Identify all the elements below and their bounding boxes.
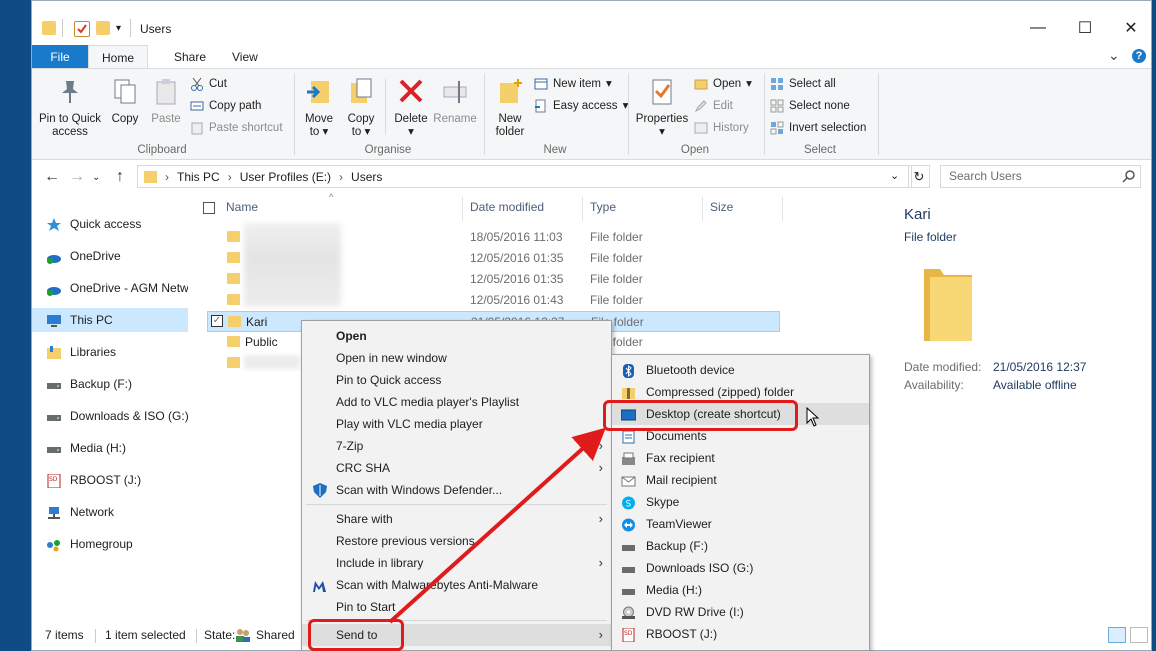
mouse-cursor-icon xyxy=(806,406,820,430)
annotation-arrow xyxy=(388,427,606,624)
